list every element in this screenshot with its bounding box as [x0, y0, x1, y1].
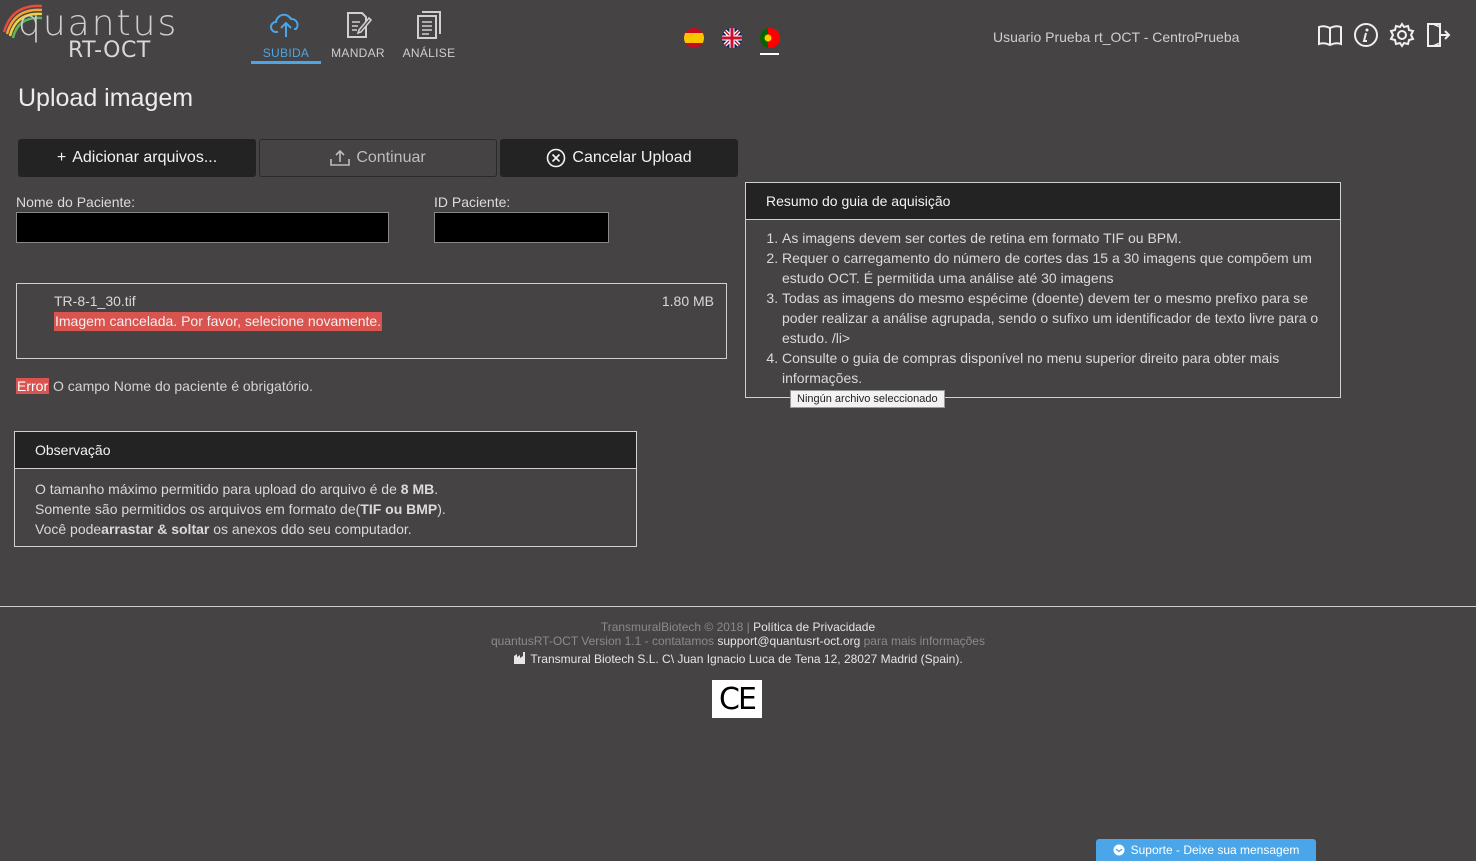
patient-id-label: ID Paciente:	[434, 194, 511, 210]
support-label: Suporte - Deixe sua mensagem	[1130, 843, 1300, 857]
observation-body: O tamanho máximo permitido para upload d…	[15, 469, 636, 549]
active-language-indicator	[760, 53, 779, 55]
observation-panel: Observação O tamanho máximo permitido pa…	[14, 431, 637, 547]
cancel-upload-button[interactable]: Cancelar Upload	[500, 139, 738, 177]
observation-line-3: Você podearrastar & soltar os anexos ddo…	[35, 521, 412, 537]
footer-copyright: TransmuralBiotech © 2018 | Política de P…	[600, 620, 876, 634]
guide-title: Resumo do guia de aquisição	[746, 183, 1340, 220]
flag-es-icon[interactable]	[684, 28, 704, 48]
nav-analise[interactable]: ANÁLISE	[394, 10, 464, 60]
nav-mandar-label: MANDAR	[331, 46, 385, 60]
ce-mark: CE	[712, 680, 762, 718]
privacy-link[interactable]: Política de Privacidade	[753, 620, 875, 634]
validation-text: O campo Nome do paciente é obrigatório.	[49, 378, 313, 394]
guide-item: As imagens devem ser cortes de retina em…	[782, 228, 1320, 248]
footer-address: Transmural Biotech S.L. C\ Juan Ignacio …	[0, 651, 1476, 666]
upload-icon	[330, 149, 351, 167]
add-files-label: Adicionar arquivos...	[72, 149, 218, 166]
patient-name-label: Nome do Paciente:	[16, 194, 136, 210]
info-icon[interactable]	[1353, 22, 1379, 48]
observation-title: Observação	[15, 432, 636, 469]
nav-subida[interactable]: SUBIDA	[251, 10, 321, 64]
documents-icon	[417, 11, 441, 39]
observation-line-2: Somente são permitidos os arquivos em fo…	[35, 501, 446, 517]
cloud-upload-icon	[270, 13, 299, 37]
user-info: Usuario Prueba rt_OCT - CentroPrueba	[993, 29, 1240, 45]
validation-message: Error O campo Nome do paciente é obrigat…	[16, 377, 313, 395]
logout-icon[interactable]	[1425, 22, 1451, 48]
footer-divider	[0, 606, 1476, 607]
continue-button[interactable]: Continuar	[259, 139, 497, 177]
continue-label: Continuar	[356, 149, 426, 166]
support-button[interactable]: Suporte - Deixe sua mensagem	[1096, 839, 1316, 861]
guide-item: Todas as imagens do mesmo espécime (doen…	[782, 288, 1320, 348]
close-circle-icon	[546, 148, 566, 168]
gear-icon[interactable]	[1389, 22, 1415, 48]
support-email-link[interactable]: support@quantusrt-oct.org	[717, 634, 860, 648]
error-badge: Error	[16, 378, 50, 394]
add-files-button[interactable]: + Adicionar arquivos...	[18, 139, 256, 177]
nav-analise-label: ANÁLISE	[402, 46, 456, 60]
guide-body: As imagens devem ser cortes de retina em…	[746, 220, 1340, 398]
file-error-message: Imagem cancelada. Por favor, selecione n…	[54, 312, 383, 331]
file-input-tooltip: Ningún archivo seleccionado	[790, 390, 945, 408]
message-icon	[1113, 844, 1125, 856]
logo-text-rtoct: RT-OCT	[68, 38, 151, 63]
flag-pt-icon[interactable]	[760, 28, 780, 48]
footer-version: quantusRT-OCT Version 1.1 - contatamos s…	[491, 634, 985, 648]
file-name: TR-8-1_30.tif	[54, 293, 136, 309]
book-icon[interactable]	[1317, 22, 1343, 48]
edit-document-icon	[347, 12, 373, 38]
file-list: TR-8-1_30.tif 1.80 MB Imagem cancelada. …	[16, 283, 727, 359]
page-title: Upload imagem	[18, 84, 194, 112]
guide-item: Requer o carregamento do número de corte…	[782, 248, 1320, 288]
observation-line-1: O tamanho máximo permitido para upload d…	[35, 481, 439, 497]
patient-name-input[interactable]	[16, 212, 389, 243]
cancel-upload-label: Cancelar Upload	[572, 149, 692, 166]
flag-en-icon[interactable]	[722, 28, 742, 48]
patient-id-input[interactable]	[434, 212, 609, 243]
nav-subida-label: SUBIDA	[251, 46, 321, 64]
guide-item: Consulte o guia de compras disponível no…	[782, 348, 1320, 388]
guide-panel: Resumo do guia de aquisição As imagens d…	[745, 182, 1341, 398]
plus-icon: +	[56, 149, 67, 166]
guide-list: As imagens devem ser cortes de retina em…	[766, 228, 1320, 388]
nav-mandar[interactable]: MANDAR	[323, 10, 393, 60]
file-size: 1.80 MB	[661, 293, 714, 309]
factory-icon	[514, 652, 526, 664]
